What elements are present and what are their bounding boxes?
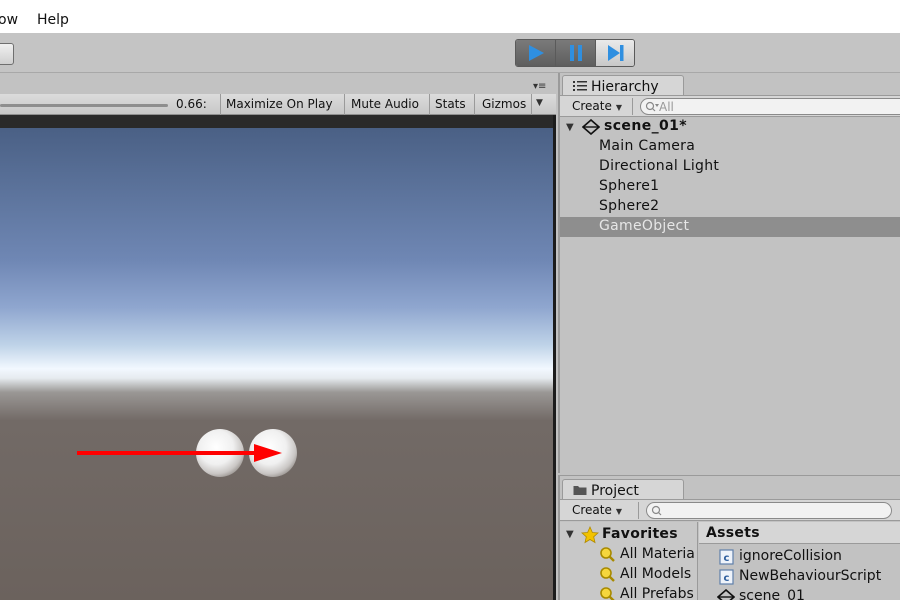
asset-newbehaviourscript[interactable]: c NewBehaviourScript [719,567,900,587]
toolbar-divider [474,94,475,115]
main-toolbar [0,33,900,73]
gizmos-button[interactable]: Gizmos [482,97,526,111]
menu-bar: ow Help [0,0,900,33]
svg-text:c: c [724,553,730,564]
chevron-down-icon: ▼ [615,103,623,112]
item-label: Sphere1 [599,178,660,194]
tab-label: Project [591,483,639,499]
scale-value: 0.66: [176,97,207,111]
search-placeholder: All [659,100,674,114]
toolbar-divider [638,502,639,519]
create-label: Create [572,503,612,517]
step-button[interactable] [594,40,634,66]
hierarchy-toolbar: Create ▼ All [560,95,900,117]
viewport-border [0,115,556,128]
tab-label: Hierarchy [591,79,659,95]
toolbar-divider [220,94,221,115]
game-view-toolbar: 0.66: Maximize On Play Mute Audio Stats … [0,94,556,115]
asset-scene-01[interactable]: scene_01 [717,587,900,600]
project-panel: Project Create ▼ ▼ Favorites All Materia… [558,475,900,600]
search-filter-icon [600,587,615,600]
toolbar-divider [344,94,345,115]
asset-label: NewBehaviourScript [739,568,882,584]
item-label: Directional Light [599,158,720,174]
stats-button[interactable]: Stats [435,97,466,111]
hierarchy-item-sphere2[interactable]: Sphere2 [560,197,900,217]
favorites-header[interactable]: ▼ Favorites [560,525,698,545]
viewport-edge [553,115,556,600]
game-viewport[interactable] [0,128,556,600]
hierarchy-search-input[interactable]: All [640,98,900,115]
search-filter-icon [600,547,615,562]
item-label: GameObject [599,218,690,234]
csharp-script-icon: c [719,549,734,565]
assets-column: Assets c ignoreCollision c NewBehaviourS… [699,522,900,600]
step-icon [607,45,624,61]
menu-item-window[interactable]: ow [0,11,18,29]
favorite-label: All Materia [620,546,695,562]
folder-icon [573,486,587,495]
list-icon [573,81,587,91]
pause-button[interactable] [555,40,595,66]
create-button[interactable]: Create ▼ [566,501,628,519]
pause-icon [570,45,583,61]
asset-ignorecollision[interactable]: c ignoreCollision [719,547,900,567]
scene-render [77,429,297,477]
play-icon [529,45,544,61]
unity-scene-icon [717,589,735,600]
csharp-script-icon: c [719,569,734,585]
gizmos-dropdown-icon[interactable]: ▼ [536,98,543,108]
game-view-panel: ▾≡ 0.66: Maximize On Play Mute Audio Sta… [0,73,556,600]
chevron-down-icon: ▼ [615,507,623,516]
favorite-all-materials[interactable]: All Materia [598,545,698,565]
search-filter-icon [600,567,615,582]
star-icon [581,526,599,544]
favorite-label: All Models [620,566,692,582]
toolbar-divider [429,94,430,115]
unity-scene-icon [582,119,600,135]
asset-label: ignoreCollision [739,548,842,564]
create-button[interactable]: Create ▼ [566,97,628,115]
favorite-label: All Prefabs [620,586,694,600]
search-icon [651,505,662,516]
favorites-label: Favorites [602,526,678,542]
hierarchy-item-main-camera[interactable]: Main Camera [560,137,900,157]
toolbar-divider [531,94,532,115]
mute-audio-button[interactable]: Mute Audio [351,97,419,111]
play-button[interactable] [516,40,556,66]
play-controls [515,39,635,67]
hierarchy-item-sphere1[interactable]: Sphere1 [560,177,900,197]
maximize-on-play-button[interactable]: Maximize On Play [226,97,333,111]
scene-root[interactable]: ▼ scene_01* [560,117,900,137]
expand-triangle-icon[interactable]: ▼ [566,529,574,540]
project-search-input[interactable] [646,502,892,519]
hierarchy-panel: Hierarchy Create ▼ All ▼ scene_01* Main C… [558,73,900,473]
hierarchy-item-gameobject[interactable]: GameObject [560,217,900,237]
favorite-all-prefabs[interactable]: All Prefabs [598,585,698,600]
game-tab-strip: ▾≡ [0,73,556,95]
project-toolbar: Create ▼ [560,499,900,521]
assets-header: Assets [699,522,900,544]
create-label: Create [572,99,612,113]
svg-text:c: c [724,573,730,584]
favorite-all-models[interactable]: All Models [598,565,698,585]
favorites-column: ▼ Favorites All Materia All Models All P… [560,522,698,600]
tab-hierarchy[interactable]: Hierarchy [562,75,684,97]
toolbar-divider [632,98,633,115]
menu-item-help[interactable]: Help [37,11,69,29]
item-label: Main Camera [599,138,696,154]
assets-label: Assets [706,525,760,541]
hierarchy-item-directional-light[interactable]: Directional Light [560,157,900,177]
search-icon [645,101,659,112]
expand-triangle-icon[interactable]: ▼ [566,122,574,133]
scene-name: scene_01* [604,118,687,134]
panel-menu-icon[interactable]: ▾≡ [533,81,546,92]
scale-slider[interactable] [0,104,168,107]
tab-project[interactable]: Project [562,479,684,501]
asset-label: scene_01 [739,588,805,600]
item-label: Sphere2 [599,198,660,214]
layout-button[interactable] [0,43,14,65]
